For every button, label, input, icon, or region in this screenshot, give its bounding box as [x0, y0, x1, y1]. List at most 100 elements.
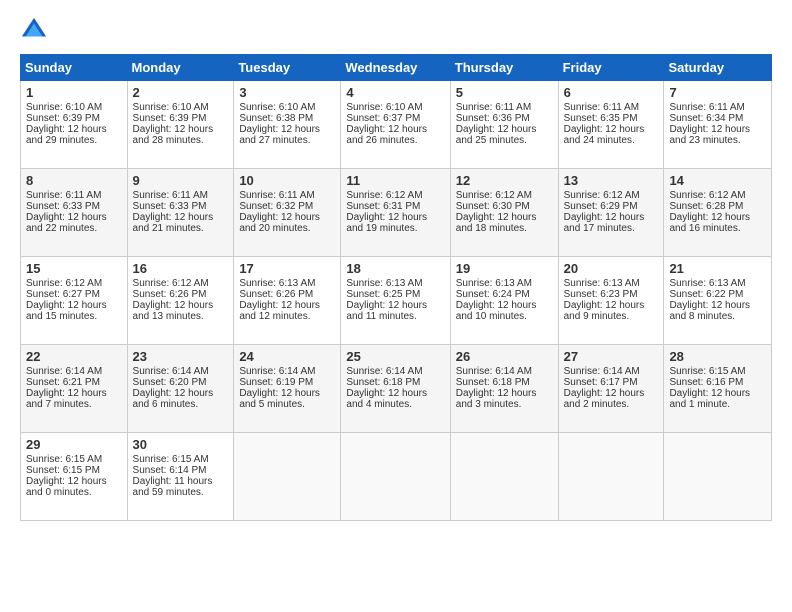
day-number: 10 — [239, 173, 335, 188]
calendar-cell: 7 Sunrise: 6:11 AM Sunset: 6:34 PM Dayli… — [664, 81, 772, 169]
sunrise-text: Sunrise: 6:13 AM — [564, 278, 640, 289]
sunset-text: Sunset: 6:16 PM — [669, 377, 743, 388]
daylight-text: Daylight: 12 hours and 28 minutes. — [133, 124, 214, 146]
daylight-text: Daylight: 11 hours and 59 minutes. — [133, 476, 213, 498]
day-number: 30 — [133, 437, 229, 452]
calendar-cell: 22 Sunrise: 6:14 AM Sunset: 6:21 PM Dayl… — [21, 345, 128, 433]
col-header-sunday: Sunday — [21, 55, 128, 81]
sunset-text: Sunset: 6:39 PM — [133, 113, 207, 124]
calendar-cell: 6 Sunrise: 6:11 AM Sunset: 6:35 PM Dayli… — [558, 81, 664, 169]
calendar-cell: 29 Sunrise: 6:15 AM Sunset: 6:15 PM Dayl… — [21, 433, 128, 521]
sunset-text: Sunset: 6:14 PM — [133, 465, 207, 476]
day-number: 5 — [456, 85, 553, 100]
calendar-cell: 5 Sunrise: 6:11 AM Sunset: 6:36 PM Dayli… — [450, 81, 558, 169]
daylight-text: Daylight: 12 hours and 7 minutes. — [26, 388, 107, 410]
calendar-cell: 26 Sunrise: 6:14 AM Sunset: 6:18 PM Dayl… — [450, 345, 558, 433]
daylight-text: Daylight: 12 hours and 8 minutes. — [669, 300, 750, 322]
calendar-cell: 18 Sunrise: 6:13 AM Sunset: 6:25 PM Dayl… — [341, 257, 450, 345]
day-number: 25 — [346, 349, 444, 364]
calendar-cell: 23 Sunrise: 6:14 AM Sunset: 6:20 PM Dayl… — [127, 345, 234, 433]
sunrise-text: Sunrise: 6:13 AM — [669, 278, 745, 289]
day-number: 21 — [669, 261, 766, 276]
day-number: 29 — [26, 437, 122, 452]
day-number: 12 — [456, 173, 553, 188]
col-header-saturday: Saturday — [664, 55, 772, 81]
calendar-cell: 16 Sunrise: 6:12 AM Sunset: 6:26 PM Dayl… — [127, 257, 234, 345]
sunrise-text: Sunrise: 6:11 AM — [456, 102, 531, 113]
calendar-cell: 24 Sunrise: 6:14 AM Sunset: 6:19 PM Dayl… — [234, 345, 341, 433]
sunset-text: Sunset: 6:18 PM — [456, 377, 530, 388]
daylight-text: Daylight: 12 hours and 29 minutes. — [26, 124, 107, 146]
sunrise-text: Sunrise: 6:13 AM — [239, 278, 315, 289]
daylight-text: Daylight: 12 hours and 9 minutes. — [564, 300, 645, 322]
sunset-text: Sunset: 6:31 PM — [346, 201, 420, 212]
sunrise-text: Sunrise: 6:12 AM — [456, 190, 532, 201]
calendar-week-3: 22 Sunrise: 6:14 AM Sunset: 6:21 PM Dayl… — [21, 345, 772, 433]
daylight-text: Daylight: 12 hours and 16 minutes. — [669, 212, 750, 234]
calendar-cell: 17 Sunrise: 6:13 AM Sunset: 6:26 PM Dayl… — [234, 257, 341, 345]
sunset-text: Sunset: 6:37 PM — [346, 113, 420, 124]
sunset-text: Sunset: 6:19 PM — [239, 377, 313, 388]
sunrise-text: Sunrise: 6:11 AM — [26, 190, 101, 201]
sunset-text: Sunset: 6:26 PM — [239, 289, 313, 300]
daylight-text: Daylight: 12 hours and 24 minutes. — [564, 124, 645, 146]
daylight-text: Daylight: 12 hours and 17 minutes. — [564, 212, 645, 234]
calendar-header-row: SundayMondayTuesdayWednesdayThursdayFrid… — [21, 55, 772, 81]
daylight-text: Daylight: 12 hours and 18 minutes. — [456, 212, 537, 234]
sunrise-text: Sunrise: 6:12 AM — [669, 190, 745, 201]
day-number: 20 — [564, 261, 659, 276]
daylight-text: Daylight: 12 hours and 20 minutes. — [239, 212, 320, 234]
calendar-cell: 21 Sunrise: 6:13 AM Sunset: 6:22 PM Dayl… — [664, 257, 772, 345]
sunset-text: Sunset: 6:26 PM — [133, 289, 207, 300]
calendar-cell: 2 Sunrise: 6:10 AM Sunset: 6:39 PM Dayli… — [127, 81, 234, 169]
sunset-text: Sunset: 6:32 PM — [239, 201, 313, 212]
calendar-cell: 13 Sunrise: 6:12 AM Sunset: 6:29 PM Dayl… — [558, 169, 664, 257]
sunrise-text: Sunrise: 6:11 AM — [239, 190, 314, 201]
daylight-text: Daylight: 12 hours and 5 minutes. — [239, 388, 320, 410]
sunset-text: Sunset: 6:35 PM — [564, 113, 638, 124]
day-number: 14 — [669, 173, 766, 188]
daylight-text: Daylight: 12 hours and 22 minutes. — [26, 212, 107, 234]
day-number: 27 — [564, 349, 659, 364]
sunset-text: Sunset: 6:20 PM — [133, 377, 207, 388]
day-number: 2 — [133, 85, 229, 100]
sunset-text: Sunset: 6:28 PM — [669, 201, 743, 212]
sunrise-text: Sunrise: 6:15 AM — [26, 454, 102, 465]
calendar-cell: 30 Sunrise: 6:15 AM Sunset: 6:14 PM Dayl… — [127, 433, 234, 521]
sunrise-text: Sunrise: 6:13 AM — [456, 278, 532, 289]
sunrise-text: Sunrise: 6:14 AM — [346, 366, 422, 377]
day-number: 17 — [239, 261, 335, 276]
daylight-text: Daylight: 12 hours and 6 minutes. — [133, 388, 214, 410]
sunrise-text: Sunrise: 6:12 AM — [26, 278, 102, 289]
daylight-text: Daylight: 12 hours and 10 minutes. — [456, 300, 537, 322]
day-number: 9 — [133, 173, 229, 188]
sunrise-text: Sunrise: 6:14 AM — [26, 366, 102, 377]
calendar-cell — [664, 433, 772, 521]
sunset-text: Sunset: 6:33 PM — [133, 201, 207, 212]
calendar-cell — [450, 433, 558, 521]
calendar-week-4: 29 Sunrise: 6:15 AM Sunset: 6:15 PM Dayl… — [21, 433, 772, 521]
calendar-week-0: 1 Sunrise: 6:10 AM Sunset: 6:39 PM Dayli… — [21, 81, 772, 169]
sunset-text: Sunset: 6:34 PM — [669, 113, 743, 124]
daylight-text: Daylight: 12 hours and 12 minutes. — [239, 300, 320, 322]
sunset-text: Sunset: 6:15 PM — [26, 465, 100, 476]
sunrise-text: Sunrise: 6:12 AM — [346, 190, 422, 201]
day-number: 23 — [133, 349, 229, 364]
daylight-text: Daylight: 12 hours and 3 minutes. — [456, 388, 537, 410]
calendar-cell: 9 Sunrise: 6:11 AM Sunset: 6:33 PM Dayli… — [127, 169, 234, 257]
calendar-week-2: 15 Sunrise: 6:12 AM Sunset: 6:27 PM Dayl… — [21, 257, 772, 345]
daylight-text: Daylight: 12 hours and 13 minutes. — [133, 300, 214, 322]
calendar-week-1: 8 Sunrise: 6:11 AM Sunset: 6:33 PM Dayli… — [21, 169, 772, 257]
sunset-text: Sunset: 6:29 PM — [564, 201, 638, 212]
sunset-text: Sunset: 6:18 PM — [346, 377, 420, 388]
sunset-text: Sunset: 6:38 PM — [239, 113, 313, 124]
calendar-cell: 3 Sunrise: 6:10 AM Sunset: 6:38 PM Dayli… — [234, 81, 341, 169]
sunrise-text: Sunrise: 6:15 AM — [669, 366, 745, 377]
calendar-cell: 1 Sunrise: 6:10 AM Sunset: 6:39 PM Dayli… — [21, 81, 128, 169]
day-number: 22 — [26, 349, 122, 364]
sunset-text: Sunset: 6:25 PM — [346, 289, 420, 300]
col-header-thursday: Thursday — [450, 55, 558, 81]
calendar-cell: 10 Sunrise: 6:11 AM Sunset: 6:32 PM Dayl… — [234, 169, 341, 257]
sunrise-text: Sunrise: 6:14 AM — [239, 366, 315, 377]
col-header-friday: Friday — [558, 55, 664, 81]
